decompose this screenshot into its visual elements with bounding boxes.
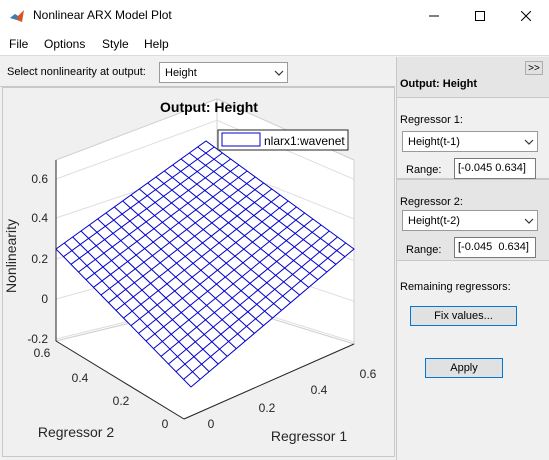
menu-help[interactable]: Help bbox=[144, 37, 169, 51]
plot-title: Output: Height bbox=[160, 99, 258, 115]
output-select-bar: Select nonlinearity at output: Height bbox=[0, 57, 395, 87]
z-tick-label: 0.6 bbox=[31, 172, 48, 186]
regressor2-range-label: Range: bbox=[406, 244, 442, 256]
regressor1-label: Regressor 1: bbox=[400, 114, 463, 126]
matlab-icon bbox=[10, 10, 24, 22]
close-icon bbox=[521, 11, 531, 21]
output-dropdown[interactable]: Height bbox=[159, 62, 288, 83]
regressor2-label: Regressor 2: bbox=[400, 196, 463, 208]
surface-plot[interactable]: -0.2 0 0.2 0.4 0.6 0 0.2 0.4 0.6 0 0.2 0.4 0.6 Output… bbox=[3, 88, 396, 458]
z-tick-label: 0.2 bbox=[31, 252, 48, 266]
minimize-button[interactable] bbox=[411, 0, 457, 32]
y-tick-label: 0.4 bbox=[72, 371, 89, 385]
menu-options[interactable]: Options bbox=[44, 37, 85, 51]
regressor1-value: Height(t-1) bbox=[408, 136, 460, 148]
menu-style[interactable]: Style bbox=[102, 37, 129, 51]
legend: nlarx1:wavenet bbox=[217, 129, 349, 151]
regressor1-range-input[interactable]: [-0.045 0.634] bbox=[454, 158, 536, 179]
plot-panel: -0.2 0 0.2 0.4 0.6 0 0.2 0.4 0.6 0 0.2 0.4 0.6 Output… bbox=[2, 87, 395, 457]
y-tick-label: 0.6 bbox=[34, 346, 51, 360]
fix-values-button[interactable]: Fix values... bbox=[410, 306, 517, 326]
z-tick-label: -0.2 bbox=[27, 332, 48, 346]
output-select-label: Select nonlinearity at output: bbox=[7, 66, 146, 78]
menu-bar: File Options Style Help bbox=[0, 32, 549, 56]
z-tick-label: 0.4 bbox=[31, 211, 48, 225]
regressor-panel: Regressor 1: Height(t-1) Range: [-0.045 … bbox=[396, 97, 549, 460]
menu-file[interactable]: File bbox=[9, 37, 28, 51]
maximize-icon bbox=[475, 11, 485, 21]
chevron-down-icon bbox=[520, 132, 537, 151]
chevron-down-icon bbox=[520, 211, 537, 230]
expand-button[interactable]: >> bbox=[525, 61, 543, 75]
maximize-button[interactable] bbox=[457, 0, 503, 32]
output-dropdown-value: Height bbox=[165, 67, 197, 79]
regressor1-dropdown[interactable]: Height(t-1) bbox=[402, 131, 538, 152]
regressor1-box: Regressor 1: Height(t-1) Range: [-0.045 … bbox=[397, 97, 549, 179]
regressor2-range-input[interactable]: [-0.045 0.634] bbox=[454, 237, 536, 258]
z-axis-label: Nonlinearity bbox=[3, 219, 19, 293]
y-tick-label: 0.2 bbox=[113, 394, 130, 408]
y-tick-label: 0 bbox=[162, 417, 169, 431]
window-title: Nonlinear ARX Model Plot bbox=[33, 8, 172, 22]
title-bar: Nonlinear ARX Model Plot bbox=[0, 0, 549, 32]
remaining-regressors-label: Remaining regressors: bbox=[400, 281, 511, 293]
regressor2-value: Height(t-2) bbox=[408, 215, 460, 227]
x-axis-label: Regressor 1 bbox=[271, 428, 347, 444]
x-tick-label: 0.2 bbox=[259, 401, 276, 415]
x-tick-label: 0 bbox=[208, 417, 215, 431]
regressor2-dropdown[interactable]: Height(t-2) bbox=[402, 210, 538, 231]
close-button[interactable] bbox=[503, 0, 549, 32]
regressor1-range-label: Range: bbox=[406, 164, 442, 176]
side-title: Output: Height bbox=[400, 78, 477, 90]
regressor2-box: Regressor 2: Height(t-2) Range: [-0.045 … bbox=[397, 179, 549, 261]
x-tick-label: 0.4 bbox=[311, 383, 328, 397]
apply-button[interactable]: Apply bbox=[425, 358, 503, 378]
side-header: >> Output: Height bbox=[396, 57, 549, 97]
minimize-icon bbox=[429, 15, 439, 17]
z-tick-label: 0 bbox=[41, 292, 48, 306]
y-axis-label: Regressor 2 bbox=[38, 424, 114, 440]
x-tick-label: 0.6 bbox=[360, 367, 377, 381]
legend-swatch bbox=[221, 132, 261, 147]
legend-label: nlarx1:wavenet bbox=[264, 134, 345, 148]
chevron-down-icon bbox=[270, 63, 287, 82]
